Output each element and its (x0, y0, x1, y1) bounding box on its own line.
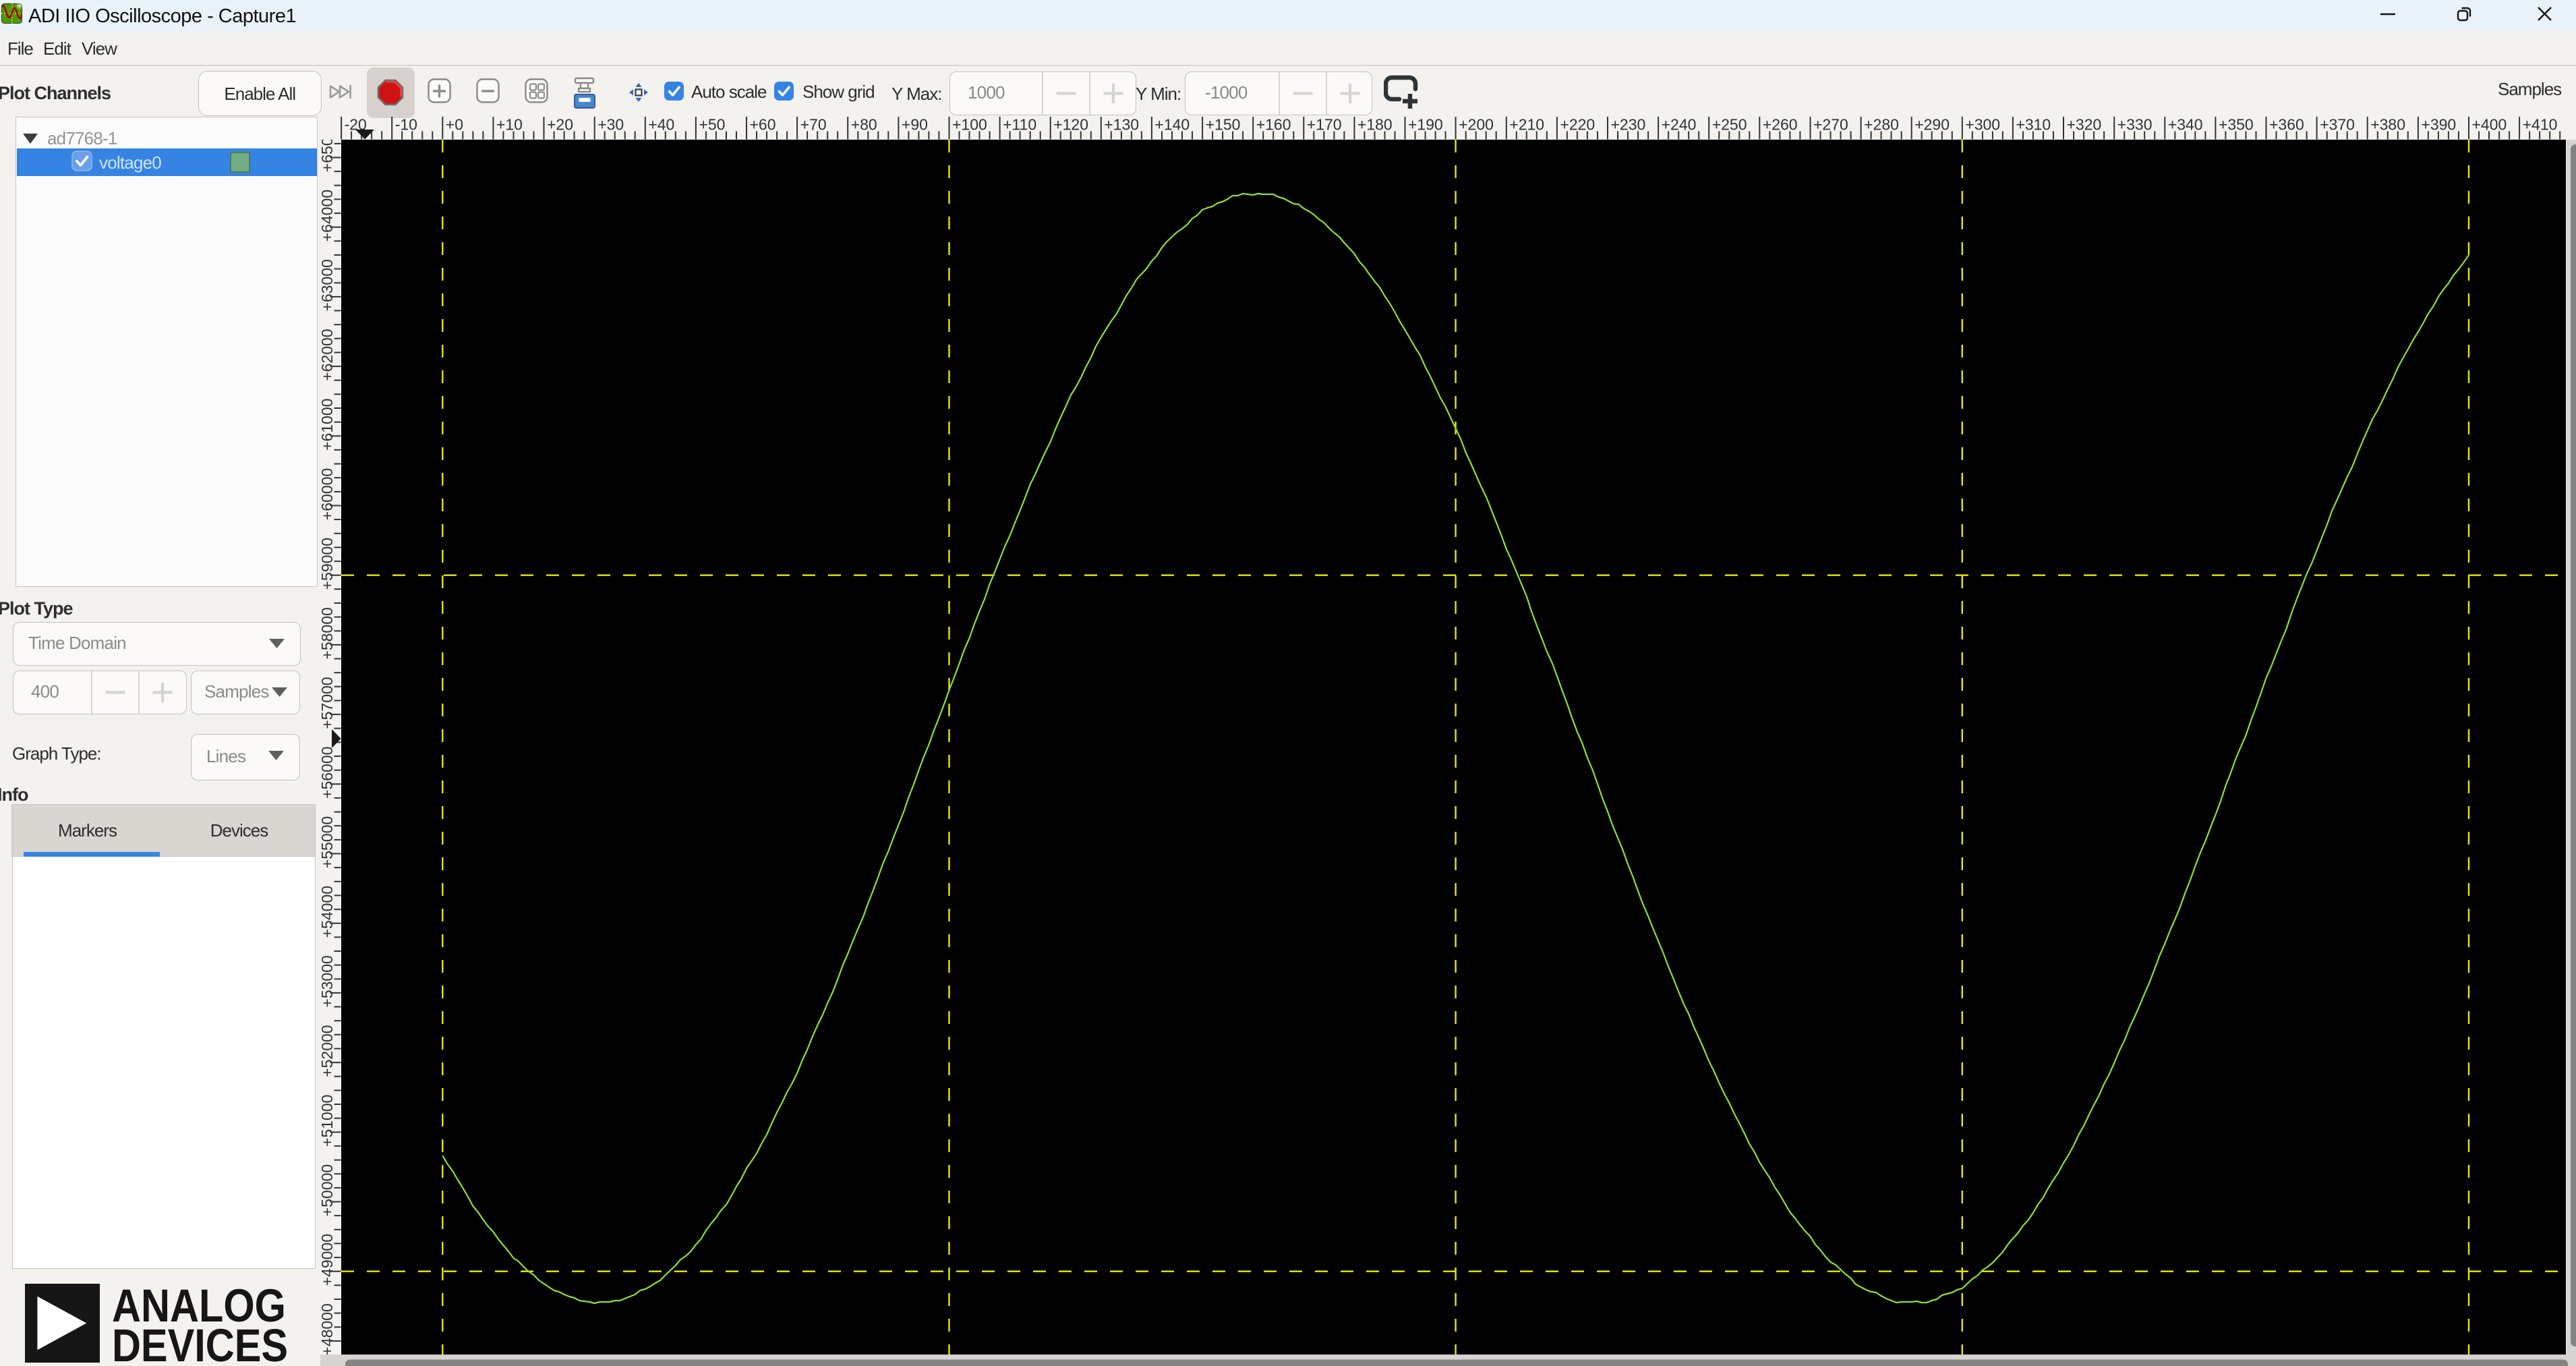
svg-text:+230: +230 (1611, 116, 1646, 134)
svg-text:+53000: +53000 (318, 955, 336, 1007)
svg-text:+370: +370 (2320, 116, 2355, 134)
svg-text:+57000: +57000 (318, 677, 336, 729)
svg-text:+56000: +56000 (318, 747, 336, 799)
svg-text:+320: +320 (2067, 116, 2102, 134)
svg-text:+20: +20 (547, 116, 573, 134)
svg-text:+0: +0 (446, 116, 463, 134)
svg-text:+52000: +52000 (318, 1025, 336, 1077)
svg-text:+60000: +60000 (318, 468, 336, 520)
svg-text:+58000: +58000 (318, 607, 336, 659)
svg-text:-10: -10 (395, 116, 417, 134)
svg-text:+50: +50 (699, 116, 725, 134)
svg-text:+180: +180 (1357, 116, 1393, 134)
svg-text:+54000: +54000 (318, 886, 336, 938)
svg-text:+380: +380 (2370, 116, 2405, 134)
svg-text:+63000: +63000 (318, 259, 336, 311)
svg-text:+290: +290 (1914, 116, 1950, 134)
svg-text:+64000: +64000 (318, 190, 336, 241)
svg-text:+190: +190 (1408, 116, 1443, 134)
svg-text:+270: +270 (1813, 116, 1848, 134)
svg-text:+30: +30 (597, 116, 624, 134)
svg-text:+350: +350 (2219, 116, 2254, 134)
svg-text:+410: +410 (2523, 116, 2558, 134)
svg-text:+70: +70 (800, 116, 827, 134)
svg-text:+62000: +62000 (318, 329, 336, 380)
svg-text:+65000: +65000 (318, 120, 336, 172)
svg-text:+110: +110 (1003, 116, 1036, 134)
svg-text:+340: +340 (2168, 116, 2203, 134)
svg-text:+300: +300 (1965, 116, 2000, 134)
svg-text:+330: +330 (2117, 116, 2153, 134)
svg-text:+50000: +50000 (318, 1164, 336, 1216)
svg-text:+90: +90 (902, 116, 928, 134)
svg-text:+51000: +51000 (318, 1095, 336, 1147)
svg-text:+130: +130 (1104, 116, 1139, 134)
svg-text:+280: +280 (1864, 116, 1899, 134)
svg-text:+59000: +59000 (318, 538, 336, 590)
svg-text:+390: +390 (2421, 116, 2456, 134)
svg-text:+150: +150 (1206, 116, 1241, 134)
svg-text:+120: +120 (1053, 116, 1088, 134)
svg-text:+200: +200 (1459, 116, 1494, 134)
svg-text:+48000: +48000 (318, 1303, 336, 1355)
svg-text:+40: +40 (648, 116, 674, 134)
svg-text:+10: +10 (496, 116, 523, 134)
svg-text:+260: +260 (1763, 116, 1798, 134)
svg-text:+170: +170 (1307, 116, 1342, 134)
svg-text:+60: +60 (750, 116, 776, 134)
svg-text:+250: +250 (1712, 116, 1747, 134)
svg-text:+61000: +61000 (318, 399, 336, 451)
svg-text:+400: +400 (2472, 116, 2507, 134)
svg-text:+100: +100 (952, 116, 987, 134)
svg-text:+140: +140 (1154, 116, 1190, 134)
svg-text:+49000: +49000 (318, 1234, 336, 1286)
svg-text:+220: +220 (1560, 116, 1595, 134)
svg-text:+240: +240 (1662, 116, 1697, 134)
svg-text:+310: +310 (2016, 116, 2051, 134)
svg-text:+55000: +55000 (318, 816, 336, 868)
svg-text:+160: +160 (1256, 116, 1291, 134)
svg-text:+360: +360 (2269, 116, 2304, 134)
svg-text:+210: +210 (1509, 116, 1544, 134)
svg-text:+80: +80 (851, 116, 877, 134)
